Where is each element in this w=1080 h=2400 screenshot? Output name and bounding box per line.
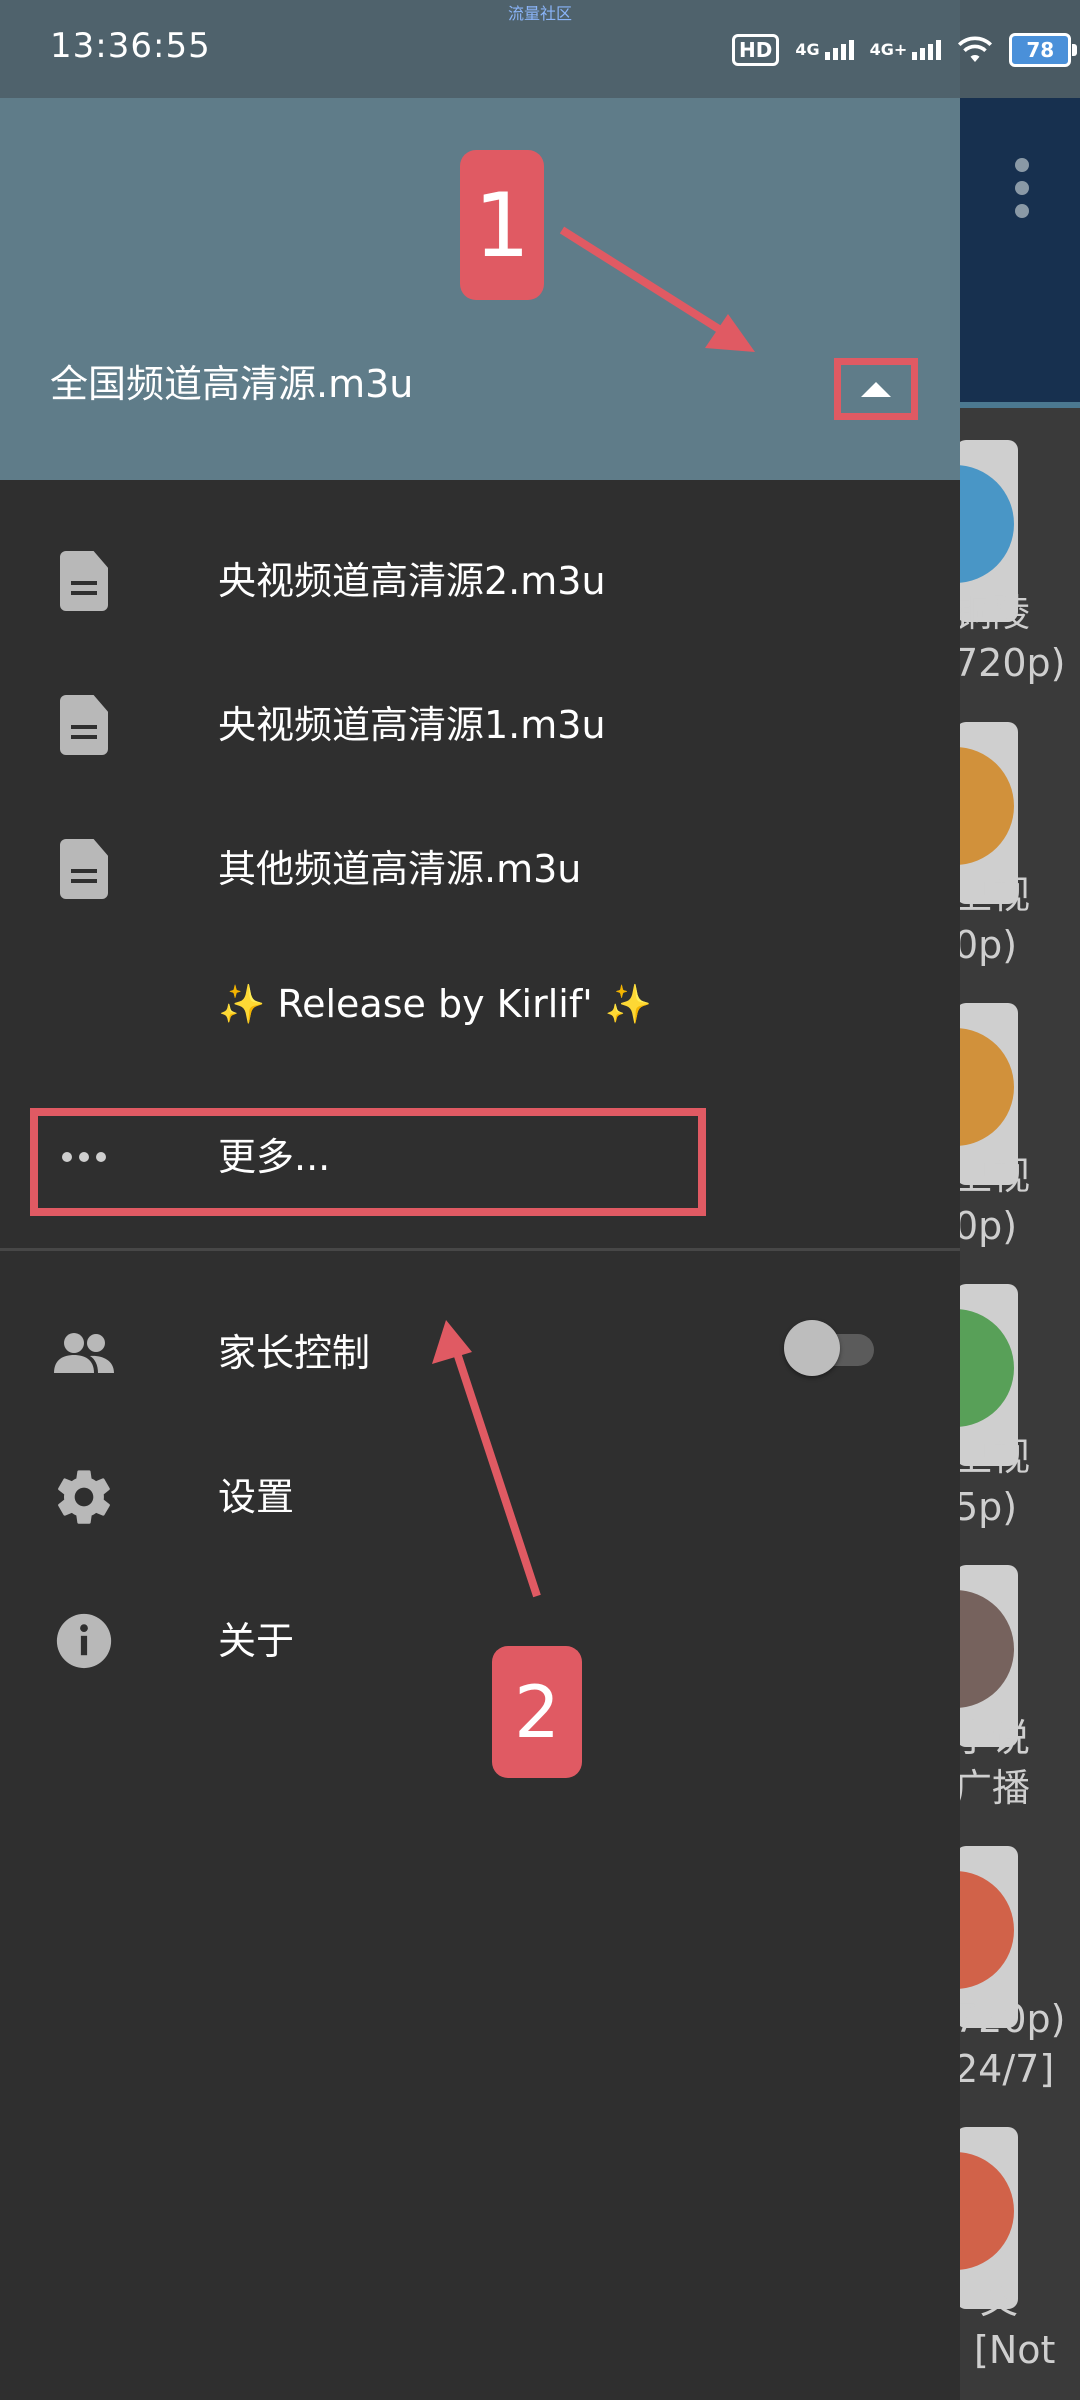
status-icons: HD 4G 4G+ 78 — [732, 30, 1080, 70]
file-icon — [48, 833, 120, 905]
people-icon — [48, 1317, 120, 1389]
info-icon — [48, 1605, 120, 1677]
current-playlist-title: 全国频道高清源.m3u — [50, 362, 414, 406]
arrow-up-icon — [861, 381, 891, 397]
navigation-drawer: 13:36:55 流量社区 全国频道高清源.m3u 央视频道高清源2.m3u 央… — [0, 0, 960, 2400]
playlist-item[interactable]: 央视频道高清源2.m3u — [0, 510, 960, 640]
wifi-icon — [958, 36, 993, 62]
channel-label: 卫视 — [960, 873, 1031, 917]
file-icon — [48, 689, 120, 761]
parental-control-label: 家长控制 — [218, 1331, 371, 1375]
settings-item[interactable]: 设置 — [0, 1426, 960, 1556]
hd-voice-icon: HD — [732, 34, 780, 66]
parental-control-toggle[interactable] — [780, 1320, 880, 1376]
channel-label: 卫视 — [960, 1154, 1031, 1198]
channel-label: 720p) — [960, 641, 1066, 685]
annotation-badge-2: 2 — [492, 1646, 582, 1778]
channel-label: [Not — [974, 2328, 1056, 2372]
channel-label: 小说 — [960, 1716, 1031, 1760]
playlist-expand-button[interactable] — [834, 358, 918, 420]
file-icon — [48, 545, 120, 617]
battery-icon: 78 — [1009, 33, 1078, 67]
settings-label: 设置 — [218, 1475, 295, 1519]
playlist-item[interactable]: 其他频道高清源.m3u — [0, 798, 960, 928]
channel-label: 铜陵 — [960, 591, 1031, 635]
channel-label: 5p) — [960, 1485, 1018, 1529]
background-app-tab-indicator — [960, 402, 1080, 408]
carrier-note: 流量社区 — [508, 4, 573, 23]
channel-label: 文 — [980, 2278, 1019, 2322]
signal-icon-sim1: 4G — [795, 40, 854, 60]
channel-label: 0p) — [960, 923, 1018, 967]
channel-label: 24/7] — [960, 2047, 1055, 2091]
channel-label: 卫视 — [960, 1435, 1031, 1479]
release-credit: ✨ Release by Kirlif' ✨ — [0, 942, 960, 1072]
about-item[interactable]: 关于 — [0, 1570, 960, 1700]
playlist-item[interactable]: 央视频道高清源1.m3u — [0, 654, 960, 784]
playlist-item-label: 央视频道高清源1.m3u — [218, 703, 606, 747]
annotation-badge-1: 1 — [460, 150, 544, 300]
channel-label: 广播 — [960, 1766, 1031, 1810]
overflow-menu-icon[interactable] — [1012, 158, 1032, 227]
playlist-item-label: 其他频道高清源.m3u — [218, 847, 582, 891]
background-app: 铜陵 720p) 卫视 0p) 卫视 0p) 卫视 5p) 小说 广播 720p… — [960, 0, 1080, 2400]
release-credit-label: ✨ Release by Kirlif' ✨ — [218, 982, 653, 1026]
channel-label: 0p) — [960, 1204, 1018, 1248]
playlist-item-label: 央视频道高清源2.m3u — [218, 559, 606, 603]
gear-icon — [48, 1461, 120, 1533]
channel-label: 720p) — [960, 1997, 1066, 2041]
status-time: 13:36:55 — [50, 26, 211, 66]
signal-icon-sim2: 4G+ — [870, 40, 942, 60]
about-label: 关于 — [218, 1619, 295, 1663]
drawer-divider — [0, 1248, 960, 1251]
annotation-highlight-more — [30, 1108, 706, 1216]
